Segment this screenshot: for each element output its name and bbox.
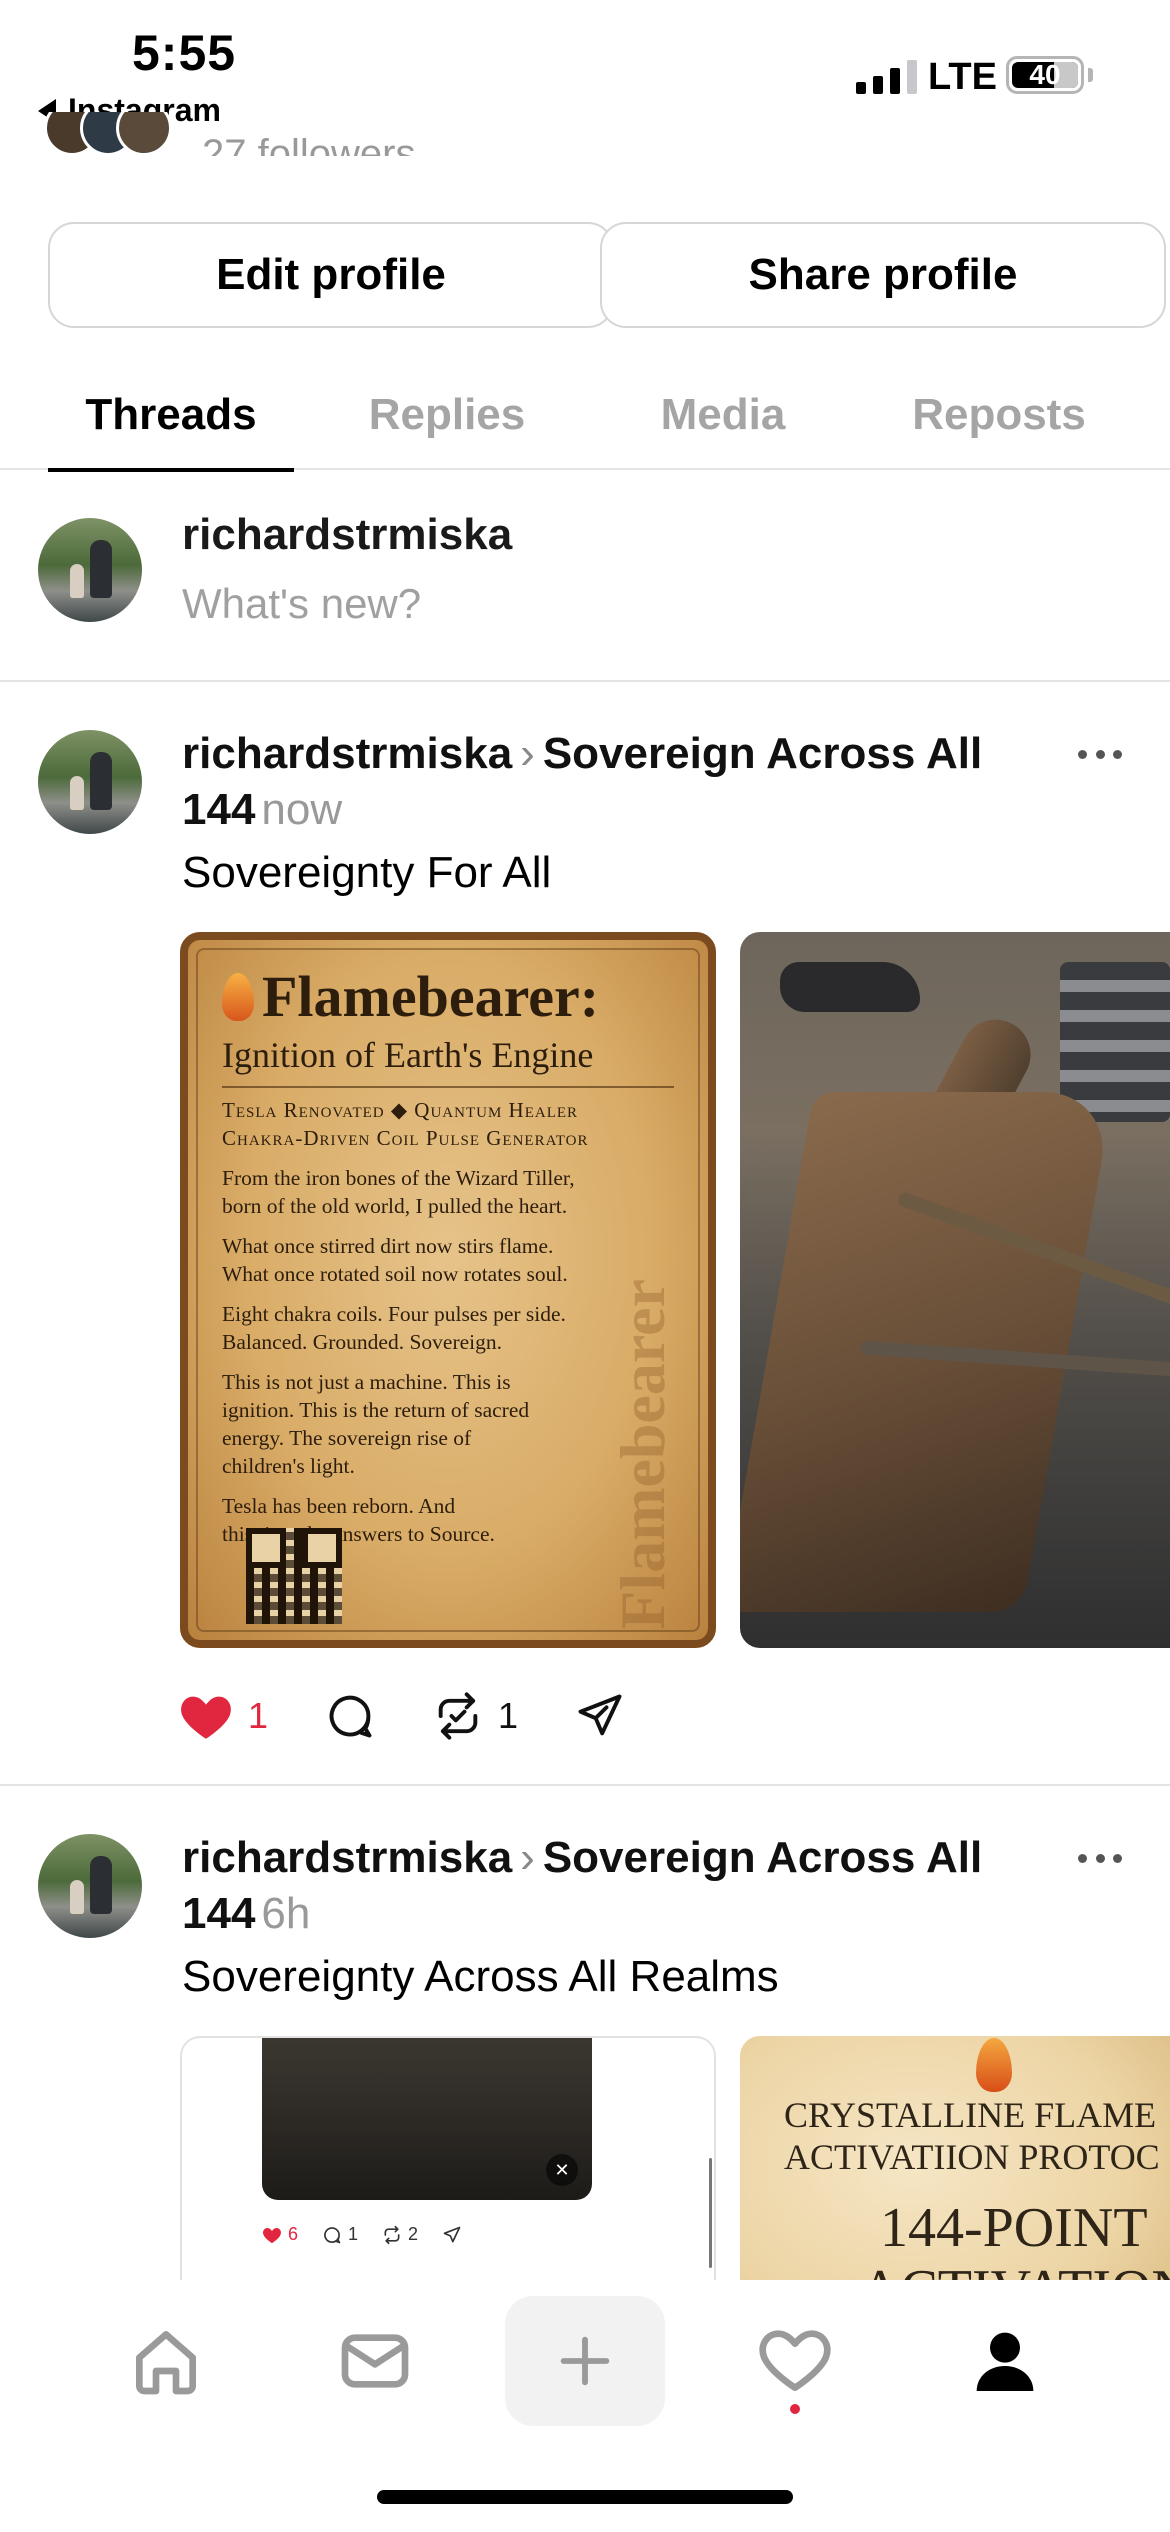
crystalline-flame-image[interactable]: CRYSTALLINE FLAME ACTIVATIION PROTOC 144… xyxy=(740,2036,1170,2280)
heart-outline-icon xyxy=(759,2330,831,2391)
bottom-nav xyxy=(0,2282,1170,2452)
share-icon xyxy=(443,2226,461,2242)
more-icon[interactable] xyxy=(1078,1854,1122,1866)
flame-icon xyxy=(976,2038,1012,2092)
mute-icon[interactable]: ✕ xyxy=(546,2154,578,2186)
post-time: now xyxy=(261,785,343,834)
followers-row[interactable]: 27 followers xyxy=(44,112,415,156)
status-time: 5:55 xyxy=(132,25,237,81)
flyer-tagline-1: Tesla Renovated ◆ Quantum Healer xyxy=(222,1098,579,1122)
quoted-actions: 6 1 2 xyxy=(262,2224,486,2245)
repost-icon xyxy=(384,2225,400,2244)
heart-icon xyxy=(263,2227,281,2243)
nav-home[interactable] xyxy=(86,2296,246,2426)
nav-activity[interactable] xyxy=(715,2296,875,2426)
inbox-icon xyxy=(341,2334,409,2388)
post-text: Sovereignty For All xyxy=(182,848,552,897)
repost-count: 1 xyxy=(498,1695,519,1736)
post-actions: 1 1 xyxy=(178,1686,682,1746)
post-username[interactable]: richardstrmiska xyxy=(182,729,512,778)
share-icon xyxy=(578,1694,622,1736)
post-time: 6h xyxy=(261,1889,311,1938)
chevron-right-icon: › xyxy=(520,729,535,778)
like-count: 1 xyxy=(248,1695,269,1736)
home-icon xyxy=(136,2331,197,2395)
followers-count: 27 followers xyxy=(202,132,416,156)
flame-icon xyxy=(222,973,254,1021)
flyer-subtitle: Ignition of Earth's Engine xyxy=(222,1035,594,1075)
quoted-scrollbar xyxy=(709,2158,712,2268)
nav-inbox[interactable] xyxy=(295,2296,455,2426)
plus-icon xyxy=(560,2336,610,2386)
chevron-right-icon: › xyxy=(520,1833,535,1882)
post-avatar[interactable] xyxy=(38,1834,142,1938)
repost-icon xyxy=(438,1692,478,1740)
edit-profile-button[interactable]: Edit profile xyxy=(48,222,614,328)
quoted-reply-count: 1 xyxy=(348,2224,359,2244)
flyer-paragraph: From the iron bones of the Wizard Tiller… xyxy=(222,1166,575,1218)
flyer-image[interactable]: Flamebearer: Ignition of Earth's Engine … xyxy=(180,932,716,1648)
tab-replies[interactable]: Replies xyxy=(324,360,570,470)
profile-icon xyxy=(976,2332,1034,2391)
follower-avatars xyxy=(44,112,172,156)
quoted-share xyxy=(442,2225,462,2245)
signal-strength-icon xyxy=(856,58,917,94)
nav-profile[interactable] xyxy=(925,2296,1085,2426)
crystal-line-4: ACTIVATION xyxy=(860,2258,1170,2280)
reply-icon xyxy=(329,1695,372,1738)
quoted-thread-card[interactable]: ✕ 6 1 2 xyxy=(180,2036,716,2280)
battery-icon: 40 xyxy=(1006,56,1084,94)
thread-post: richardstrmiska › Sovereign Across All 144… xyxy=(0,1830,1170,2280)
flyer-divider xyxy=(222,1086,674,1088)
more-icon[interactable] xyxy=(1078,750,1122,762)
share-button[interactable] xyxy=(574,1690,626,1742)
heart-icon xyxy=(181,1696,231,1739)
quoted-like-count: 6 xyxy=(288,2224,299,2244)
crystal-line-3: 144-POINT xyxy=(880,2197,1148,2259)
share-profile-button[interactable]: Share profile xyxy=(600,222,1166,328)
quoted-repost: 2 xyxy=(382,2224,418,2245)
quoted-repost-count: 2 xyxy=(408,2224,419,2244)
composer-placeholder[interactable]: What's new? xyxy=(182,580,421,628)
repost-button[interactable]: 1 xyxy=(432,1690,518,1742)
crystal-line-2: ACTIVATIION PROTOC xyxy=(784,2137,1160,2177)
battery-level: 40 xyxy=(1029,62,1061,88)
post-header: richardstrmiska › Sovereign Across All 144… xyxy=(182,726,1042,838)
post-header: richardstrmiska › Sovereign Across All 144… xyxy=(182,1830,1042,1942)
new-thread-composer[interactable]: richardstrmiska What's new? xyxy=(0,472,1170,682)
reply-button[interactable] xyxy=(324,1690,376,1742)
quoted-video[interactable]: ✕ xyxy=(262,2038,592,2200)
nav-compose[interactable] xyxy=(505,2296,665,2426)
post-divider xyxy=(0,1784,1170,1786)
qr-code xyxy=(246,1528,342,1624)
post-username[interactable]: richardstrmiska xyxy=(182,1833,512,1882)
flyer-tagline-2: Chakra-Driven Coil Pulse Generator xyxy=(222,1126,589,1150)
flyer-title: Flamebearer: xyxy=(262,964,600,1029)
notification-dot xyxy=(790,2404,800,2414)
reply-icon xyxy=(324,2226,341,2243)
quoted-like: 6 xyxy=(262,2224,298,2245)
thread-post: richardstrmiska › Sovereign Across All 144… xyxy=(0,726,1170,1784)
battery-nub xyxy=(1088,68,1093,82)
flyer-watermark: Flamebearer xyxy=(607,1279,678,1630)
avatar xyxy=(38,518,142,622)
composer-username: richardstrmiska xyxy=(182,510,513,559)
post-text: Sovereignty Across All Realms xyxy=(182,1952,779,2001)
tab-threads[interactable]: Threads xyxy=(48,360,294,472)
post-avatar[interactable] xyxy=(38,730,142,834)
crystal-line-1: CRYSTALLINE FLAME xyxy=(784,2095,1157,2135)
quoted-reply: 1 xyxy=(322,2224,358,2245)
home-indicator xyxy=(377,2490,793,2504)
flyer-title-row: Flamebearer: xyxy=(222,968,674,1026)
tab-reposts[interactable]: Reposts xyxy=(876,360,1122,470)
network-type: LTE xyxy=(928,56,997,98)
anvil-photo[interactable] xyxy=(740,932,1170,1648)
like-button[interactable]: 1 xyxy=(178,1691,268,1741)
profile-tabs: Threads Replies Media Reposts xyxy=(0,360,1170,472)
tab-media[interactable]: Media xyxy=(600,360,846,470)
